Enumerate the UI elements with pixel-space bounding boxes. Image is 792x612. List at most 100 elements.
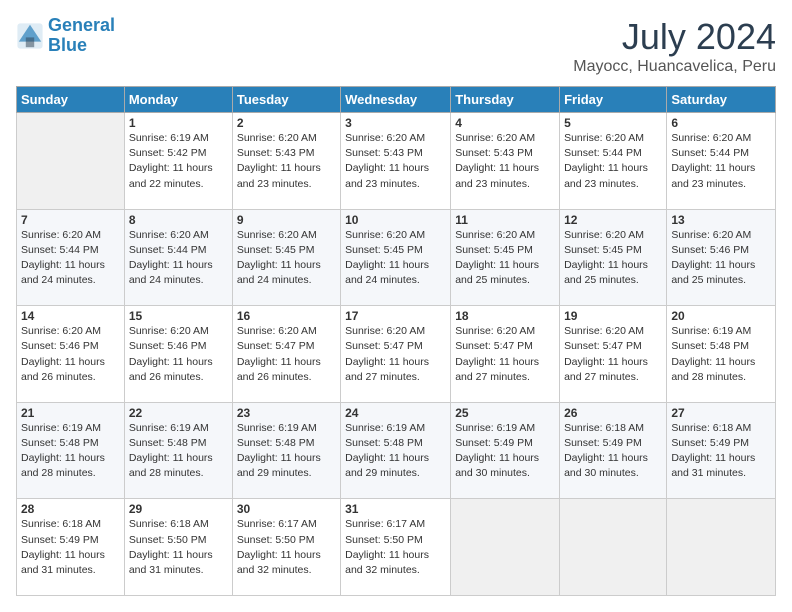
- calendar-cell: 12Sunrise: 6:20 AM Sunset: 5:45 PM Dayli…: [560, 209, 667, 306]
- calendar-cell: 23Sunrise: 6:19 AM Sunset: 5:48 PM Dayli…: [232, 402, 340, 499]
- day-number: 2: [237, 116, 336, 130]
- calendar-cell: 22Sunrise: 6:19 AM Sunset: 5:48 PM Dayli…: [124, 402, 232, 499]
- calendar-cell: 8Sunrise: 6:20 AM Sunset: 5:44 PM Daylig…: [124, 209, 232, 306]
- calendar-cell: 4Sunrise: 6:20 AM Sunset: 5:43 PM Daylig…: [451, 113, 560, 210]
- day-number: 27: [671, 406, 771, 420]
- day-number: 14: [21, 309, 120, 323]
- day-info: Sunrise: 6:20 AM Sunset: 5:45 PM Dayligh…: [564, 228, 662, 289]
- header-day-thursday: Thursday: [451, 87, 560, 113]
- day-number: 6: [671, 116, 771, 130]
- day-info: Sunrise: 6:20 AM Sunset: 5:44 PM Dayligh…: [671, 131, 771, 192]
- calendar-header-row: SundayMondayTuesdayWednesdayThursdayFrid…: [17, 87, 776, 113]
- day-number: 25: [455, 406, 555, 420]
- calendar-cell: 18Sunrise: 6:20 AM Sunset: 5:47 PM Dayli…: [451, 306, 560, 403]
- header: General Blue July 2024 Mayocc, Huancavel…: [16, 16, 776, 76]
- day-info: Sunrise: 6:20 AM Sunset: 5:45 PM Dayligh…: [345, 228, 446, 289]
- day-info: Sunrise: 6:20 AM Sunset: 5:47 PM Dayligh…: [564, 324, 662, 385]
- calendar-cell: 11Sunrise: 6:20 AM Sunset: 5:45 PM Dayli…: [451, 209, 560, 306]
- logo-line1: General: [48, 15, 115, 35]
- day-number: 13: [671, 213, 771, 227]
- logo-icon: [16, 22, 44, 50]
- calendar-cell: [451, 499, 560, 596]
- calendar-cell: 31Sunrise: 6:17 AM Sunset: 5:50 PM Dayli…: [341, 499, 451, 596]
- calendar-cell: [560, 499, 667, 596]
- header-day-monday: Monday: [124, 87, 232, 113]
- calendar-cell: 14Sunrise: 6:20 AM Sunset: 5:46 PM Dayli…: [17, 306, 125, 403]
- calendar-cell: 15Sunrise: 6:20 AM Sunset: 5:46 PM Dayli…: [124, 306, 232, 403]
- day-info: Sunrise: 6:17 AM Sunset: 5:50 PM Dayligh…: [345, 517, 446, 578]
- day-number: 3: [345, 116, 446, 130]
- header-day-wednesday: Wednesday: [341, 87, 451, 113]
- day-number: 22: [129, 406, 228, 420]
- day-info: Sunrise: 6:18 AM Sunset: 5:49 PM Dayligh…: [671, 421, 771, 482]
- day-number: 24: [345, 406, 446, 420]
- day-info: Sunrise: 6:20 AM Sunset: 5:44 PM Dayligh…: [564, 131, 662, 192]
- day-number: 19: [564, 309, 662, 323]
- day-number: 8: [129, 213, 228, 227]
- calendar-week-row: 1Sunrise: 6:19 AM Sunset: 5:42 PM Daylig…: [17, 113, 776, 210]
- day-number: 7: [21, 213, 120, 227]
- day-info: Sunrise: 6:17 AM Sunset: 5:50 PM Dayligh…: [237, 517, 336, 578]
- header-day-friday: Friday: [560, 87, 667, 113]
- day-number: 16: [237, 309, 336, 323]
- day-info: Sunrise: 6:20 AM Sunset: 5:46 PM Dayligh…: [671, 228, 771, 289]
- calendar-subtitle: Mayocc, Huancavelica, Peru: [573, 58, 776, 76]
- day-info: Sunrise: 6:20 AM Sunset: 5:43 PM Dayligh…: [345, 131, 446, 192]
- day-info: Sunrise: 6:19 AM Sunset: 5:48 PM Dayligh…: [237, 421, 336, 482]
- day-number: 11: [455, 213, 555, 227]
- calendar-cell: [667, 499, 776, 596]
- calendar-cell: 30Sunrise: 6:17 AM Sunset: 5:50 PM Dayli…: [232, 499, 340, 596]
- day-info: Sunrise: 6:18 AM Sunset: 5:50 PM Dayligh…: [129, 517, 228, 578]
- day-info: Sunrise: 6:19 AM Sunset: 5:48 PM Dayligh…: [345, 421, 446, 482]
- calendar-cell: 25Sunrise: 6:19 AM Sunset: 5:49 PM Dayli…: [451, 402, 560, 499]
- day-info: Sunrise: 6:19 AM Sunset: 5:42 PM Dayligh…: [129, 131, 228, 192]
- calendar-cell: 9Sunrise: 6:20 AM Sunset: 5:45 PM Daylig…: [232, 209, 340, 306]
- logo-line2: Blue: [48, 35, 87, 55]
- day-number: 5: [564, 116, 662, 130]
- calendar-cell: 21Sunrise: 6:19 AM Sunset: 5:48 PM Dayli…: [17, 402, 125, 499]
- calendar-table: SundayMondayTuesdayWednesdayThursdayFrid…: [16, 86, 776, 596]
- day-info: Sunrise: 6:19 AM Sunset: 5:48 PM Dayligh…: [21, 421, 120, 482]
- day-info: Sunrise: 6:20 AM Sunset: 5:44 PM Dayligh…: [129, 228, 228, 289]
- calendar-week-row: 14Sunrise: 6:20 AM Sunset: 5:46 PM Dayli…: [17, 306, 776, 403]
- calendar-cell: 10Sunrise: 6:20 AM Sunset: 5:45 PM Dayli…: [341, 209, 451, 306]
- calendar-cell: 19Sunrise: 6:20 AM Sunset: 5:47 PM Dayli…: [560, 306, 667, 403]
- day-info: Sunrise: 6:19 AM Sunset: 5:49 PM Dayligh…: [455, 421, 555, 482]
- day-info: Sunrise: 6:20 AM Sunset: 5:47 PM Dayligh…: [345, 324, 446, 385]
- day-info: Sunrise: 6:20 AM Sunset: 5:47 PM Dayligh…: [237, 324, 336, 385]
- day-number: 9: [237, 213, 336, 227]
- day-number: 23: [237, 406, 336, 420]
- calendar-cell: 6Sunrise: 6:20 AM Sunset: 5:44 PM Daylig…: [667, 113, 776, 210]
- day-number: 30: [237, 502, 336, 516]
- calendar-cell: 16Sunrise: 6:20 AM Sunset: 5:47 PM Dayli…: [232, 306, 340, 403]
- day-info: Sunrise: 6:20 AM Sunset: 5:43 PM Dayligh…: [455, 131, 555, 192]
- calendar-cell: 26Sunrise: 6:18 AM Sunset: 5:49 PM Dayli…: [560, 402, 667, 499]
- calendar-cell: 20Sunrise: 6:19 AM Sunset: 5:48 PM Dayli…: [667, 306, 776, 403]
- calendar-week-row: 21Sunrise: 6:19 AM Sunset: 5:48 PM Dayli…: [17, 402, 776, 499]
- title-block: July 2024 Mayocc, Huancavelica, Peru: [573, 16, 776, 76]
- day-number: 12: [564, 213, 662, 227]
- day-number: 31: [345, 502, 446, 516]
- calendar-week-row: 28Sunrise: 6:18 AM Sunset: 5:49 PM Dayli…: [17, 499, 776, 596]
- day-number: 26: [564, 406, 662, 420]
- logo-text: General Blue: [48, 16, 115, 56]
- calendar-cell: 3Sunrise: 6:20 AM Sunset: 5:43 PM Daylig…: [341, 113, 451, 210]
- calendar-cell: 1Sunrise: 6:19 AM Sunset: 5:42 PM Daylig…: [124, 113, 232, 210]
- day-number: 10: [345, 213, 446, 227]
- day-info: Sunrise: 6:20 AM Sunset: 5:45 PM Dayligh…: [237, 228, 336, 289]
- calendar-cell: 29Sunrise: 6:18 AM Sunset: 5:50 PM Dayli…: [124, 499, 232, 596]
- day-info: Sunrise: 6:19 AM Sunset: 5:48 PM Dayligh…: [129, 421, 228, 482]
- calendar-cell: [17, 113, 125, 210]
- day-info: Sunrise: 6:18 AM Sunset: 5:49 PM Dayligh…: [564, 421, 662, 482]
- day-info: Sunrise: 6:20 AM Sunset: 5:46 PM Dayligh…: [21, 324, 120, 385]
- header-day-tuesday: Tuesday: [232, 87, 340, 113]
- day-number: 15: [129, 309, 228, 323]
- calendar-title: July 2024: [573, 16, 776, 58]
- day-number: 18: [455, 309, 555, 323]
- day-info: Sunrise: 6:19 AM Sunset: 5:48 PM Dayligh…: [671, 324, 771, 385]
- day-info: Sunrise: 6:20 AM Sunset: 5:44 PM Dayligh…: [21, 228, 120, 289]
- calendar-cell: 5Sunrise: 6:20 AM Sunset: 5:44 PM Daylig…: [560, 113, 667, 210]
- calendar-cell: 13Sunrise: 6:20 AM Sunset: 5:46 PM Dayli…: [667, 209, 776, 306]
- calendar-cell: 17Sunrise: 6:20 AM Sunset: 5:47 PM Dayli…: [341, 306, 451, 403]
- calendar-cell: 7Sunrise: 6:20 AM Sunset: 5:44 PM Daylig…: [17, 209, 125, 306]
